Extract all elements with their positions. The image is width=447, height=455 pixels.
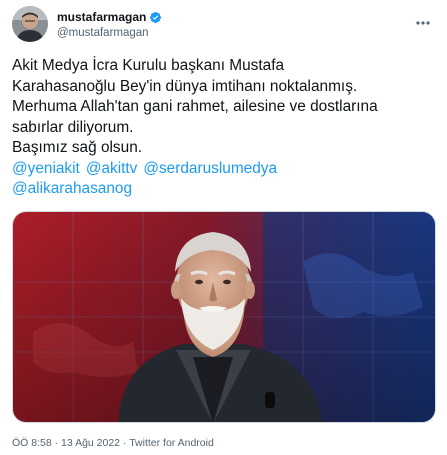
verified-badge-icon xyxy=(149,11,162,24)
tweet-media-image[interactable] xyxy=(12,211,436,423)
mention-link[interactable]: @serdaruslumedya xyxy=(143,160,277,177)
tweet-source[interactable]: Twitter for Android xyxy=(129,437,214,449)
user-names: mustafarmagan @mustafarmagan xyxy=(57,10,162,39)
mentions-line: @alikarahasanog xyxy=(12,179,437,200)
tweet-line: Akit Medya İcra Kurulu başkanı Mustafa xyxy=(12,57,285,74)
display-name[interactable]: mustafarmagan xyxy=(57,10,146,24)
tweet-line: Merhuma Allah'tan gani rahmet, ailesine … xyxy=(12,98,378,115)
mention-link[interactable]: @akittv xyxy=(86,160,138,177)
more-horizontal-icon[interactable] xyxy=(415,14,431,25)
tweet-line: Karahasanoğlu Bey'in dünya imtihanı nokt… xyxy=(12,77,358,95)
tweet-date[interactable]: 13 Ağu 2022 xyxy=(61,437,120,449)
avatar[interactable] xyxy=(12,6,48,42)
tweet-meta: ÖÖ 8:58 · 13 Ağu 2022 · Twitter for Andr… xyxy=(12,437,214,449)
tweet-header: mustafarmagan @mustafarmagan xyxy=(12,6,162,42)
meta-separator: · xyxy=(122,437,127,449)
tweet-time[interactable]: ÖÖ 8:58 xyxy=(12,437,52,449)
tweet-line: sabırlar diliyorum. xyxy=(12,118,134,136)
handle[interactable]: @mustafarmagan xyxy=(57,27,162,39)
tweet-card: mustafarmagan @mustafarmagan Akit Medya … xyxy=(0,0,447,455)
meta-separator: · xyxy=(54,437,59,449)
mentions-line: @yeniakit @akittv @serdaruslumedya xyxy=(12,159,437,180)
mention-link[interactable]: @yeniakit xyxy=(12,160,80,177)
tweet-line: Başımız sağ olsun. xyxy=(12,139,143,156)
mention-link[interactable]: @alikarahasanog xyxy=(12,180,132,197)
name-row: mustafarmagan xyxy=(57,10,162,25)
tweet-text: Akit Medya İcra Kurulu başkanı Mustafa K… xyxy=(12,56,437,200)
